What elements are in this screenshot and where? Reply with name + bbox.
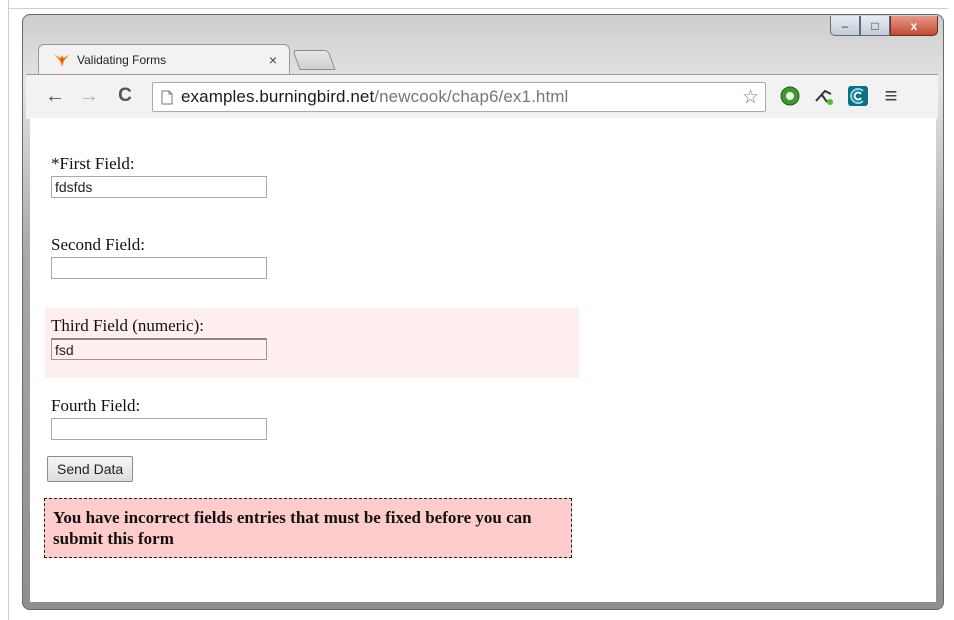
reload-icon[interactable]: C <box>112 83 138 109</box>
new-tab-button[interactable] <box>292 50 336 70</box>
bookmark-star-icon[interactable]: ☆ <box>742 86 759 109</box>
first-field-label: *First Field: <box>51 154 135 173</box>
green-extension-icon[interactable] <box>778 84 802 108</box>
fourth-field-group: Fourth Field: <box>45 390 579 446</box>
tab-close-icon[interactable]: × <box>269 52 277 68</box>
browser-toolbar: ← → C examples.burningbird.net/newcook/c… <box>26 74 938 119</box>
first-field-input[interactable] <box>51 176 267 198</box>
back-arrow-icon[interactable]: ← <box>42 83 68 109</box>
third-field-label: Third Field (numeric): <box>51 316 204 335</box>
second-field-input[interactable] <box>51 257 267 279</box>
second-field-group: Second Field: <box>45 229 579 285</box>
url-text: examples.burningbird.net/newcook/chap6/e… <box>181 87 568 107</box>
page-frame-top <box>8 8 948 9</box>
page-content: *First Field: Second Field: Third Field … <box>30 118 936 602</box>
page-frame-left <box>8 0 9 620</box>
browser-window: – □ x Validating Forms × ← → C examples.… <box>22 14 944 610</box>
tab-validating-forms[interactable]: Validating Forms × <box>38 44 290 75</box>
error-message-box: You have incorrect fields entries that m… <box>44 498 572 558</box>
tab-title: Validating Forms <box>77 53 167 67</box>
forward-arrow-icon[interactable]: → <box>76 83 102 109</box>
minimize-button[interactable]: – <box>830 16 860 36</box>
window-controls: – □ x <box>830 16 938 36</box>
third-field-group: Third Field (numeric): <box>45 308 579 378</box>
url-path: /newcook/chap6/ex1.html <box>374 87 569 106</box>
send-data-button[interactable]: Send Data <box>47 456 134 482</box>
first-field-group: *First Field: <box>45 148 579 204</box>
burningbird-favicon-icon <box>53 52 71 68</box>
wave-extension-icon[interactable] <box>846 84 870 108</box>
url-domain: examples.burningbird.net <box>181 87 375 106</box>
maximize-button[interactable]: □ <box>860 16 890 36</box>
tools-extension-icon[interactable] <box>812 84 836 108</box>
fourth-field-label: Fourth Field: <box>51 396 141 415</box>
third-field-input[interactable] <box>51 338 267 360</box>
fourth-field-input[interactable] <box>51 418 267 440</box>
menu-icon[interactable]: ≡ <box>878 83 904 109</box>
close-window-button[interactable]: x <box>890 16 938 36</box>
address-bar[interactable]: examples.burningbird.net/newcook/chap6/e… <box>152 82 766 112</box>
page-icon <box>161 90 173 104</box>
second-field-label: Second Field: <box>51 235 145 254</box>
